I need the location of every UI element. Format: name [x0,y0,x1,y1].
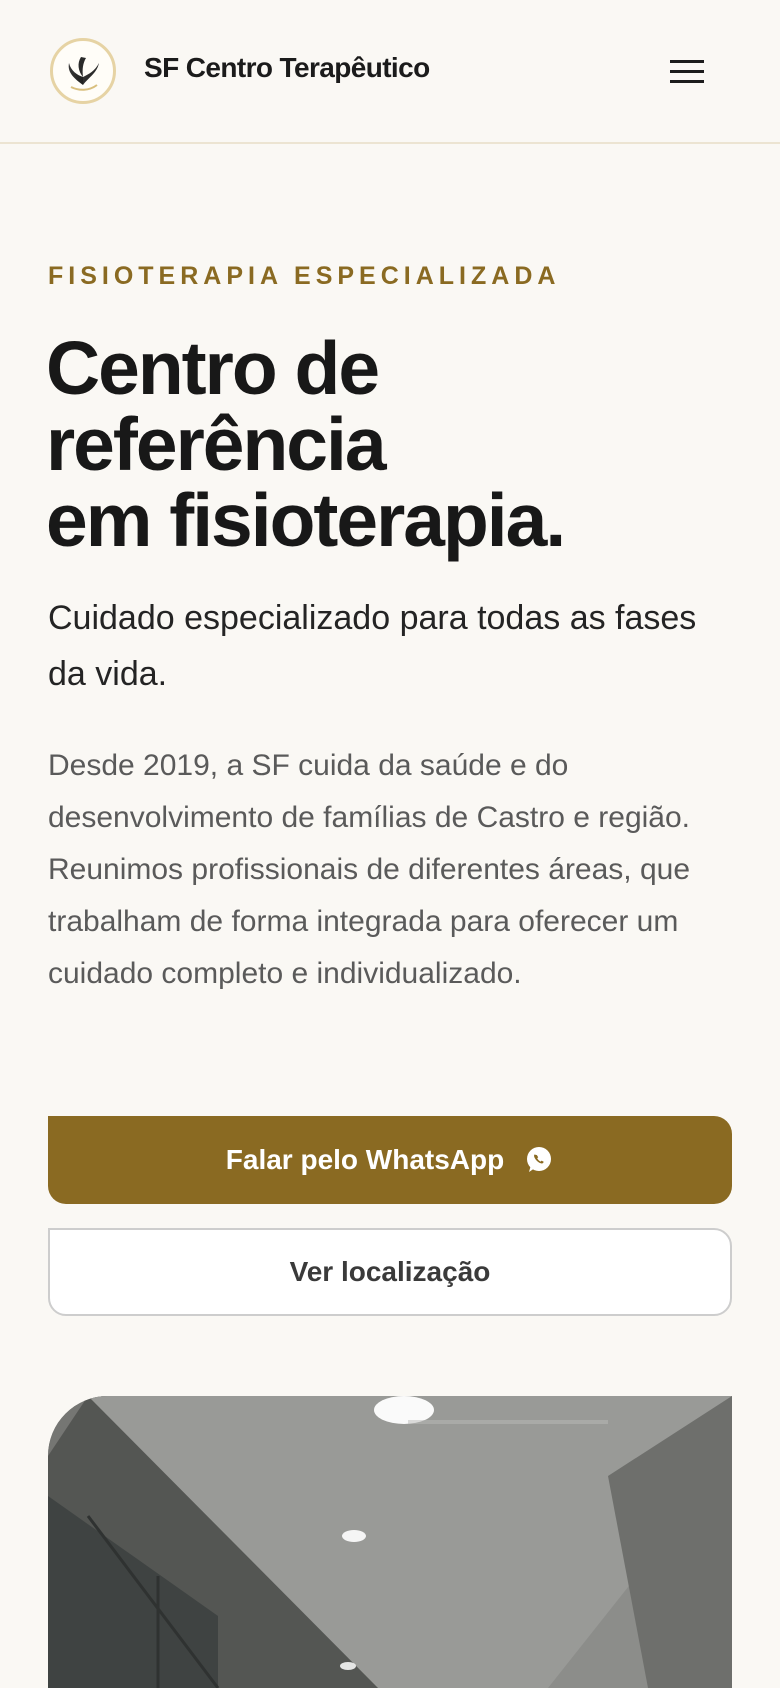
whatsapp-icon [527,1147,552,1172]
clinic-photo [48,1396,732,1688]
whatsapp-button[interactable]: Falar pelo WhatsApp [48,1116,732,1204]
hero-title: Centro de referência em fisioterapia. [46,330,736,558]
hero-description: Desde 2019, a SF cuida da saúde e do des… [48,749,691,990]
site-header: SF Centro Terapêutico [0,0,780,144]
hero-title-line: referência [46,402,387,486]
hero-subtitle: Cuidado especializado para todas as fase… [48,599,697,693]
butterfly-logo-icon [68,57,99,91]
hero-eyebrow: FISIOTERAPIA ESPECIALIZADA [48,262,561,290]
hamburger-menu-icon [670,60,704,83]
brand-name[interactable]: SF Centro Terapêutico [144,52,430,84]
logo[interactable] [50,38,116,104]
whatsapp-button-label: Falar pelo WhatsApp [225,1144,505,1175]
menu-button[interactable] [664,52,712,92]
hero-title-line: Centro de [46,326,380,410]
location-button[interactable]: Ver localização [48,1228,732,1316]
hero-title-line: em fisioterapia. [46,478,566,562]
